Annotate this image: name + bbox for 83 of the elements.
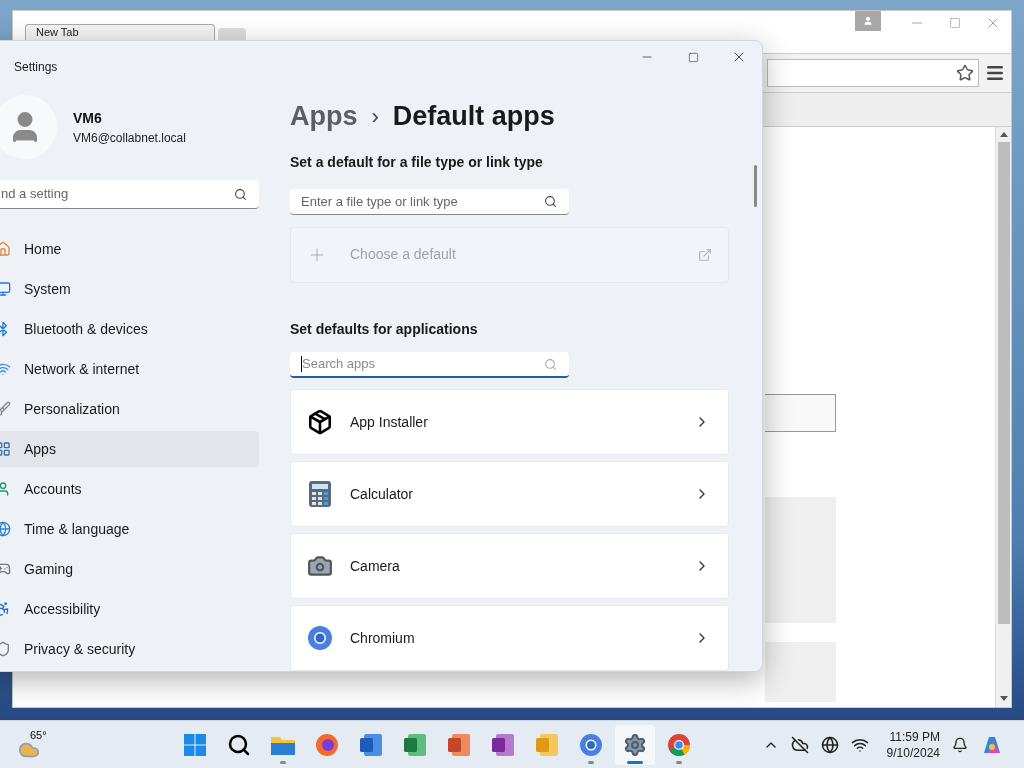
notebook-icon bbox=[491, 732, 515, 757]
calculator-icon bbox=[309, 481, 331, 507]
app-name: App Installer bbox=[350, 412, 429, 432]
app-row[interactable]: App Installer bbox=[290, 389, 729, 455]
mail-icon bbox=[535, 732, 559, 757]
slides-icon bbox=[447, 732, 471, 757]
scrollbar-thumb[interactable] bbox=[754, 165, 757, 207]
person-icon bbox=[863, 16, 873, 26]
search-field[interactable]: Search apps bbox=[290, 352, 569, 378]
user-email: VM6@collabnet.local bbox=[73, 129, 186, 147]
choose-default-label: Choose a default bbox=[350, 245, 457, 265]
search-field[interactable]: Enter a file type or link type bbox=[290, 189, 569, 215]
section-heading: Set a default for a file type or link type bbox=[290, 153, 544, 172]
app-row[interactable]: Chromium bbox=[290, 605, 729, 671]
nav-label: Bluetooth & devices bbox=[24, 319, 148, 339]
scroll-down-icon[interactable] bbox=[999, 696, 1008, 701]
breadcrumb-separator: › bbox=[371, 102, 379, 131]
globe-icon[interactable] bbox=[820, 735, 839, 754]
scrollbar[interactable] bbox=[995, 127, 1011, 707]
nav-item[interactable]: Bluetooth & devices bbox=[0, 311, 259, 347]
nav-label: System bbox=[24, 279, 71, 299]
app-name: Calculator bbox=[350, 484, 415, 504]
search-icon bbox=[227, 732, 251, 757]
nav-label: Network & internet bbox=[24, 359, 140, 379]
external-link-icon bbox=[698, 247, 712, 262]
profile-button[interactable] bbox=[855, 11, 881, 31]
package-icon bbox=[307, 409, 333, 435]
document-icon bbox=[359, 732, 383, 757]
camera-icon bbox=[307, 553, 333, 579]
nav-label: Time & language bbox=[24, 519, 130, 539]
scroll-up-icon[interactable] bbox=[999, 132, 1008, 137]
time: 11:59 PM bbox=[889, 728, 940, 745]
app-name: Chromium bbox=[350, 628, 416, 648]
nav-label: Home bbox=[24, 239, 62, 259]
nav-item[interactable]: Gaming bbox=[0, 551, 259, 587]
search-icon bbox=[234, 187, 247, 201]
nav-item[interactable]: Network & internet bbox=[0, 351, 259, 387]
nav-item[interactable]: Home bbox=[0, 231, 259, 267]
nav-label: Accessibility bbox=[24, 599, 101, 619]
spreadsheet-icon bbox=[403, 732, 427, 757]
app-row[interactable]: Calculator bbox=[290, 461, 729, 527]
search-icon bbox=[544, 357, 557, 371]
tile-background bbox=[765, 642, 836, 702]
input-field[interactable] bbox=[765, 394, 836, 432]
nav-item[interactable]: Time & language bbox=[0, 511, 259, 547]
nav-label: Gaming bbox=[24, 559, 74, 579]
star-icon[interactable] bbox=[956, 64, 974, 82]
nav-item[interactable]: Privacy & security bbox=[0, 631, 259, 667]
browser-tab[interactable]: New Tab bbox=[25, 24, 215, 40]
search-icon bbox=[544, 194, 557, 208]
menu-icon[interactable] bbox=[985, 63, 1005, 83]
clock[interactable]: 11:59 PM 9/10/2024 bbox=[886, 728, 940, 761]
app-row[interactable]: Camera bbox=[290, 533, 729, 599]
nav-label: Accounts bbox=[24, 479, 82, 499]
app-name: Camera bbox=[350, 556, 401, 576]
nav-label: Privacy & security bbox=[24, 639, 136, 659]
nav-item[interactable]: Apps bbox=[0, 431, 259, 467]
chrome-icon bbox=[667, 732, 691, 757]
user-name: VM6 bbox=[73, 108, 103, 128]
nav-item[interactable]: Personalization bbox=[0, 391, 259, 427]
temperature: 65° bbox=[30, 727, 47, 743]
nav-item[interactable]: Accessibility bbox=[0, 591, 259, 627]
chromium-icon bbox=[307, 625, 333, 651]
nav-label: Personalization bbox=[24, 399, 120, 419]
search-field[interactable]: nd a setting bbox=[0, 180, 259, 209]
taskbar-button[interactable] bbox=[615, 724, 655, 765]
weather-widget[interactable]: 65° bbox=[18, 726, 52, 763]
nav-item[interactable]: System bbox=[0, 271, 259, 307]
page-title: Default apps bbox=[392, 99, 555, 133]
nav-label: Apps bbox=[24, 439, 56, 459]
bell-icon[interactable] bbox=[952, 736, 968, 753]
cloud-off-icon[interactable] bbox=[790, 735, 809, 754]
section-heading: Set defaults for applications bbox=[290, 320, 479, 340]
chromium-icon bbox=[579, 732, 603, 757]
window-title: Settings bbox=[14, 59, 58, 76]
fox-globe-icon bbox=[315, 732, 339, 757]
breadcrumb-parent[interactable]: Apps bbox=[290, 95, 358, 137]
text-caret bbox=[301, 356, 302, 373]
nav-item[interactable]: Accounts bbox=[0, 471, 259, 507]
maximize-icon bbox=[687, 51, 699, 63]
windows-icon bbox=[183, 732, 207, 757]
gear-icon bbox=[623, 732, 647, 757]
date: 9/10/2024 bbox=[886, 744, 940, 761]
